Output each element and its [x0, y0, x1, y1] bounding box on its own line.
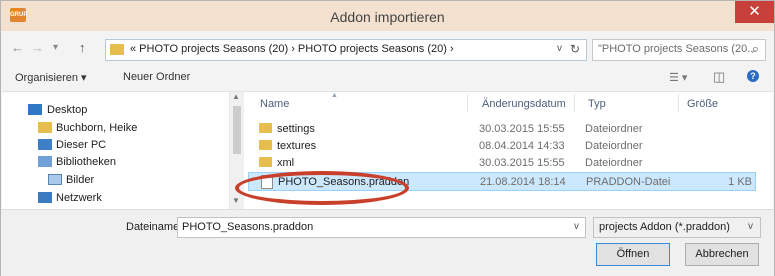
- file-type-select[interactable]: projects Addon (*.praddon) v: [593, 217, 761, 238]
- sidebar-item-label: Dieser PC: [56, 139, 107, 151]
- file-type: Dateiordner: [585, 157, 643, 169]
- sidebar-item-label: Desktop: [47, 104, 88, 116]
- file-row-textures[interactable]: textures 08.04.2014 14:33 Dateiordner: [248, 137, 754, 154]
- navigation-pane: Desktop Buchborn, Heike Dieser PC Biblio…: [2, 92, 244, 210]
- filename-value: PHOTO_Seasons.praddon: [182, 221, 314, 233]
- new-folder-button[interactable]: Neuer Ordner: [123, 71, 190, 83]
- sidebar-item-label: Netzwerk: [56, 192, 102, 204]
- column-header-type[interactable]: Typ: [588, 98, 606, 110]
- dialog-footer: Dateiname: PHOTO_Seasons.praddon v proje…: [1, 209, 774, 276]
- breadcrumb[interactable]: « PHOTO projects Seasons (20) › PHOTO pr…: [130, 43, 454, 55]
- up-arrow-icon[interactable]: ↑: [79, 40, 86, 55]
- pictures-icon: [48, 174, 62, 185]
- file-type: Dateiordner: [585, 140, 643, 152]
- file-row-xml[interactable]: xml 30.03.2015 15:55 Dateiordner: [248, 154, 754, 171]
- search-icon[interactable]: ⌕: [752, 41, 759, 57]
- file-row-settings[interactable]: settings 30.03.2015 15:55 Dateiordner: [248, 120, 754, 137]
- preview-pane-icon[interactable]: ◫: [713, 69, 725, 85]
- folder-icon: [110, 44, 124, 55]
- chevron-down-icon[interactable]: v: [748, 221, 753, 232]
- user-folder-icon: [38, 122, 52, 133]
- column-header-name[interactable]: Name: [260, 98, 289, 110]
- file-date: 08.04.2014 14:33: [479, 140, 565, 152]
- column-divider[interactable]: [574, 94, 575, 112]
- libraries-icon: [38, 156, 52, 167]
- column-divider[interactable]: [467, 94, 468, 112]
- folder-icon: [259, 157, 272, 167]
- column-header-date[interactable]: Änderungsdatum: [482, 98, 566, 110]
- title-bar[interactable]: GRUP Addon importieren ✕: [1, 1, 774, 31]
- computer-icon: [38, 139, 52, 150]
- navigation-bar: ← → ▾ ↑ « PHOTO projects Seasons (20) › …: [1, 31, 774, 65]
- chevron-down-icon[interactable]: v: [557, 43, 562, 54]
- file-date: 30.03.2015 15:55: [479, 123, 565, 135]
- search-input[interactable]: "PHOTO projects Seasons (20... ⌕: [592, 39, 766, 61]
- file-name: settings: [277, 123, 315, 135]
- file-name: xml: [277, 157, 295, 169]
- file-name: textures: [277, 140, 317, 152]
- sidebar-item-label: Bibliotheken: [56, 156, 116, 168]
- file-date: 30.03.2015 15:55: [479, 157, 565, 169]
- view-options-icon[interactable]: ☰ ▾: [669, 71, 687, 84]
- back-arrow-icon[interactable]: ←: [11, 40, 24, 55]
- column-header-size[interactable]: Größe: [687, 98, 718, 110]
- cancel-button[interactable]: Abbrechen: [685, 243, 759, 266]
- file-open-dialog: GRUP Addon importieren ✕ ← → ▾ ↑ « PHOTO…: [0, 0, 775, 276]
- file-date: 21.08.2014 18:14: [480, 176, 566, 188]
- help-icon[interactable]: ?: [747, 70, 759, 82]
- scroll-up-icon[interactable]: ▲: [232, 92, 240, 101]
- file-type: Dateiordner: [585, 123, 643, 135]
- filename-input[interactable]: PHOTO_Seasons.praddon v: [177, 217, 586, 238]
- chevron-down-icon[interactable]: v: [574, 221, 579, 232]
- organize-menu-button[interactable]: Organisieren ▾: [15, 71, 87, 84]
- forward-arrow-icon[interactable]: →: [31, 40, 44, 55]
- folder-icon: [259, 140, 272, 150]
- open-button[interactable]: Öffnen: [596, 243, 670, 266]
- sidebar-item-label: Buchborn, Heike: [56, 122, 138, 134]
- refresh-icon[interactable]: ↻: [570, 42, 580, 56]
- folder-icon: [259, 123, 272, 133]
- close-button[interactable]: ✕: [735, 1, 774, 23]
- file-type: PRADDON-Datei: [586, 176, 671, 188]
- window-title: Addon importieren: [330, 9, 445, 25]
- file-size: 1 KB: [728, 176, 752, 188]
- command-bar: Organisieren ▾ Neuer Ordner ☰ ▾ ◫ ?: [1, 65, 774, 91]
- desktop-icon: [28, 104, 42, 115]
- network-icon: [38, 192, 52, 203]
- scroll-down-icon[interactable]: ▼: [232, 196, 240, 205]
- sidebar-item-label: Bilder: [66, 174, 95, 186]
- scrollbar-thumb[interactable]: [233, 106, 241, 154]
- search-placeholder: "PHOTO projects Seasons (20...: [598, 43, 757, 55]
- sort-ascending-icon: ▲: [331, 92, 338, 99]
- column-divider[interactable]: [678, 94, 679, 112]
- highlight-annotation-oval: [235, 171, 409, 205]
- filename-label: Dateiname:: [126, 221, 183, 233]
- address-bar[interactable]: « PHOTO projects Seasons (20) › PHOTO pr…: [105, 39, 587, 61]
- file-type-filter-value: projects Addon (*.praddon): [599, 221, 730, 233]
- recent-locations-icon[interactable]: ▾: [53, 42, 58, 53]
